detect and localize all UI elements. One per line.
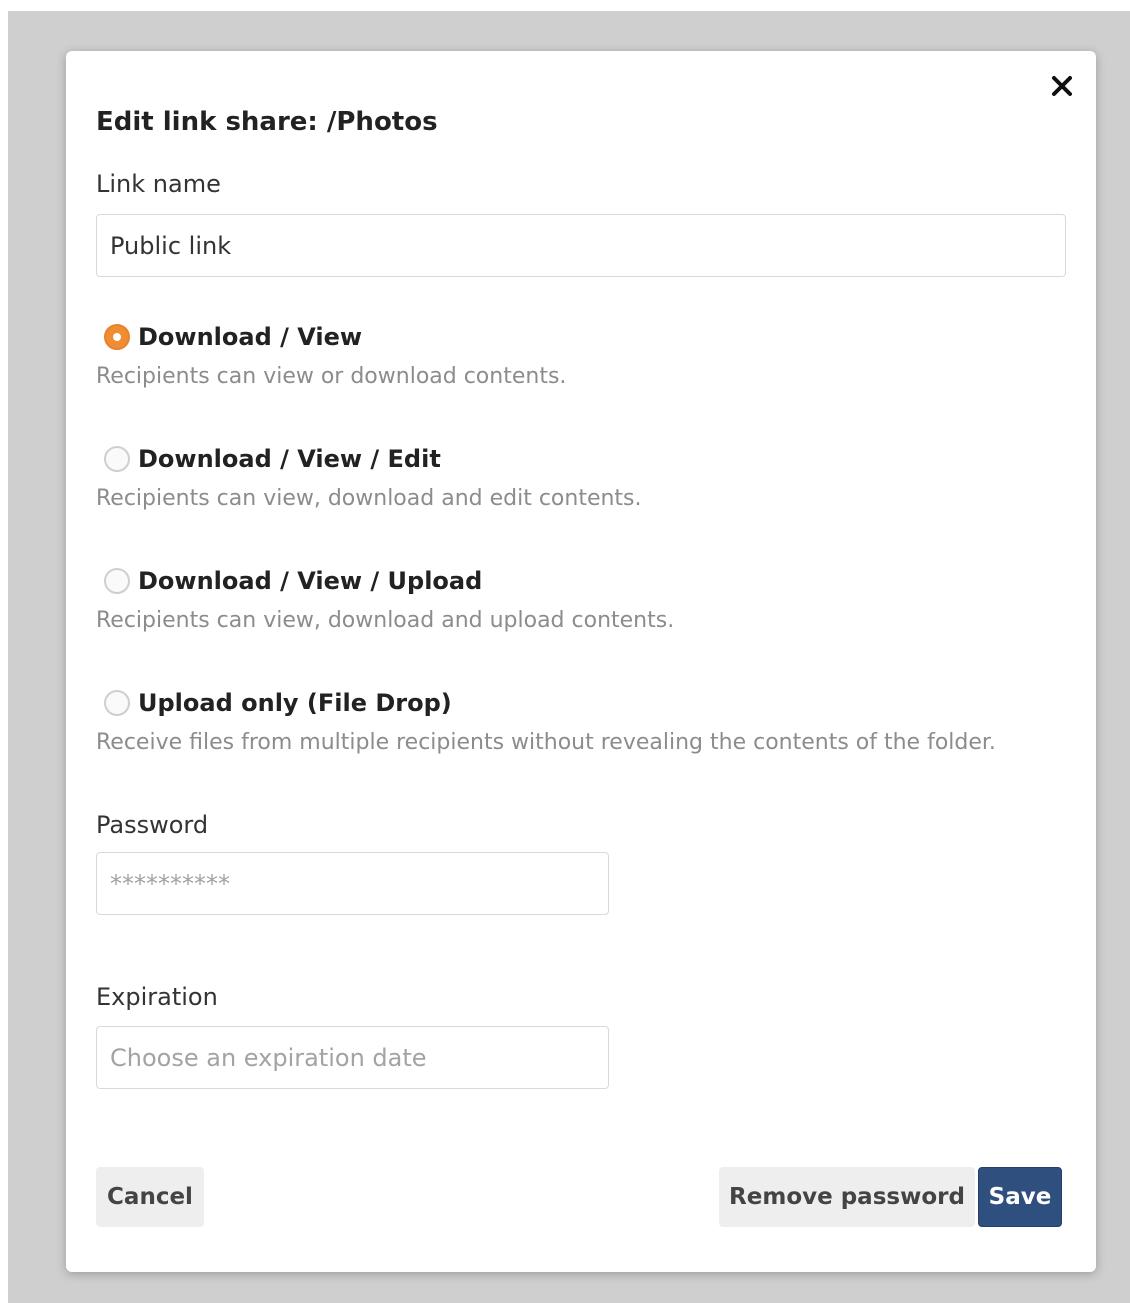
radio-description-download-view-edit: Recipients can view, download and edit c…: [96, 486, 642, 511]
radio-upload-only[interactable]: [104, 690, 130, 716]
radio-description-upload-only: Receive files from multiple recipients w…: [96, 730, 996, 755]
radio-option-upload-only[interactable]: Upload only (File Drop): [104, 689, 452, 717]
radio-label-download-view-edit: Download / View / Edit: [138, 445, 441, 473]
save-button[interactable]: Save: [978, 1167, 1062, 1227]
link-name-input[interactable]: [96, 214, 1066, 277]
link-name-label: Link name: [96, 170, 221, 198]
radio-download-view-edit[interactable]: [104, 446, 130, 472]
close-button[interactable]: [1045, 69, 1079, 103]
password-input[interactable]: [96, 852, 609, 915]
remove-password-button[interactable]: Remove password: [719, 1167, 975, 1227]
radio-download-view-upload[interactable]: [104, 568, 130, 594]
close-icon: [1052, 76, 1072, 96]
radio-description-download-view: Recipients can view or download contents…: [96, 364, 567, 389]
radio-option-download-view[interactable]: Download / View: [104, 323, 362, 351]
radio-download-view[interactable]: [104, 324, 130, 350]
expiration-date-input[interactable]: [96, 1026, 609, 1089]
radio-label-download-view-upload: Download / View / Upload: [138, 567, 483, 595]
radio-option-download-view-upload[interactable]: Download / View / Upload: [104, 567, 482, 595]
password-label: Password: [96, 811, 209, 839]
cancel-button[interactable]: Cancel: [96, 1167, 204, 1227]
edit-link-share-dialog: Edit link share: /Photos Link name Downl…: [66, 51, 1096, 1272]
radio-label-upload-only: Upload only (File Drop): [138, 689, 452, 717]
radio-label-download-view: Download / View: [138, 323, 363, 351]
radio-option-download-view-edit[interactable]: Download / View / Edit: [104, 445, 441, 473]
expiration-label: Expiration: [96, 983, 218, 1011]
radio-description-download-view-upload: Recipients can view, download and upload…: [96, 608, 675, 633]
dialog-title: Edit link share: /Photos: [96, 107, 438, 137]
